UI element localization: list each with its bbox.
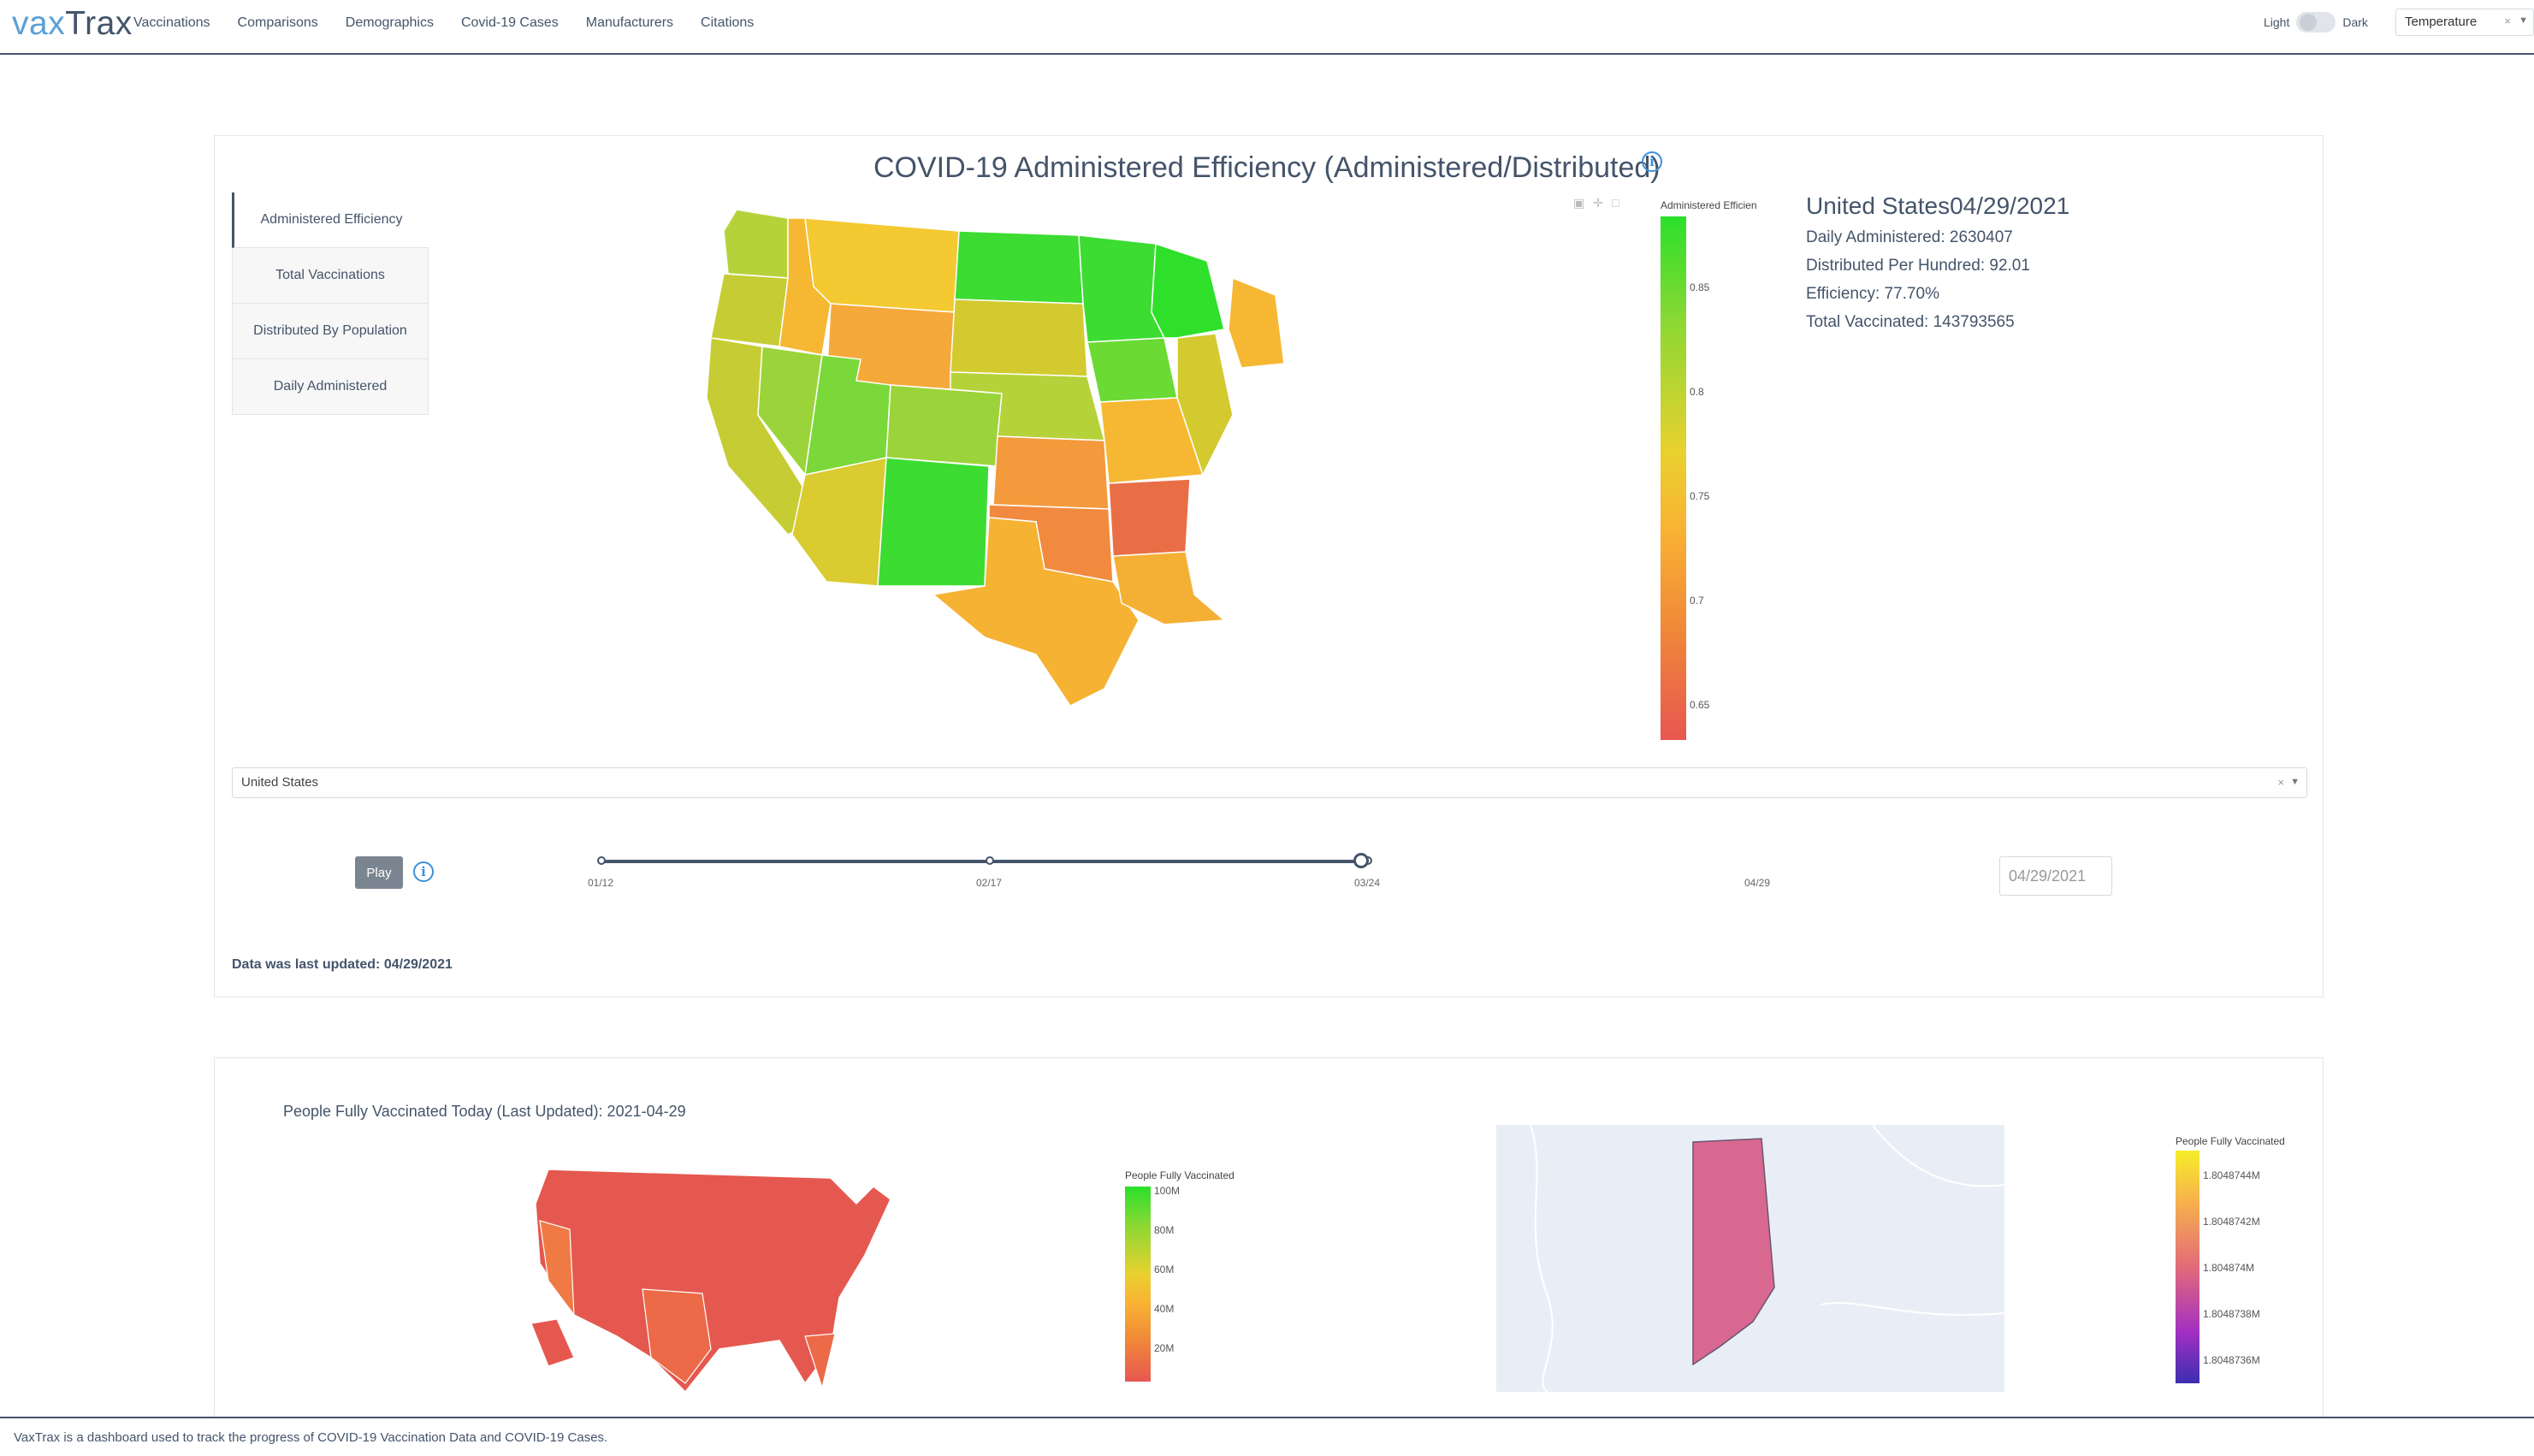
chevron-down-icon[interactable]: ▼ (2290, 777, 2300, 787)
nav-citations[interactable]: Citations (701, 15, 754, 31)
state-mt[interactable] (804, 217, 960, 313)
colorbar-tick: 40M (1154, 1303, 1175, 1315)
slider-dot[interactable] (597, 856, 606, 865)
colorbar-tick: 80M (1154, 1224, 1175, 1236)
state-mn[interactable] (1078, 234, 1166, 343)
state-or[interactable] (710, 273, 789, 347)
plot-modebar: ▣ ✛ □ (1573, 196, 1619, 210)
colorbar-tick: 1.8048742M (2203, 1216, 2260, 1228)
colorbar-tick: 0.65 (1690, 699, 1710, 711)
state-sd[interactable] (950, 299, 1088, 377)
nav-covid-cases[interactable]: Covid-19 Cases (461, 15, 559, 31)
state-mi[interactable] (1228, 276, 1285, 369)
state-ia[interactable] (1086, 337, 1178, 403)
slider-label: 03/24 (1354, 877, 1381, 889)
colorbar-title: People Fully Vaccinated (2176, 1135, 2285, 1147)
date-slider-track[interactable] (601, 860, 1361, 863)
colorbar-tick: 0.7 (1690, 595, 1704, 607)
info-icon[interactable]: i (413, 861, 434, 882)
clear-icon[interactable]: × (2504, 15, 2511, 27)
slider-label: 02/17 (976, 877, 1003, 889)
nav-links: Vaccinations Comparisons Demographics Co… (133, 15, 754, 31)
pan-icon[interactable]: ✛ (1593, 196, 1603, 210)
state-detail-map[interactable] (1496, 1125, 2004, 1392)
colorbar-tick: 20M (1154, 1342, 1175, 1354)
tab-administered-efficiency[interactable]: Administered Efficiency (232, 192, 429, 248)
stat-efficiency: Efficiency: 77.70% (1806, 285, 1939, 303)
nav-manufacturers[interactable]: Manufacturers (586, 15, 673, 31)
colorbar-tick: 0.75 (1690, 490, 1710, 502)
navbar: vaxTrax Vaccinations Comparisons Demogra… (0, 0, 2534, 55)
colorbar-title: People Fully Vaccinated (1125, 1169, 1234, 1181)
panel-title: COVID-19 Administered Efficiency (Admini… (873, 151, 1661, 184)
state-nm[interactable] (877, 457, 990, 587)
color-scale-value: Temperature (2405, 15, 2478, 29)
country-select[interactable]: United States × ▼ (232, 767, 2307, 798)
brand-part-1: vax (12, 5, 66, 42)
tab-total-vaccinations[interactable]: Total Vaccinations (232, 248, 429, 304)
theme-toggle[interactable] (2296, 12, 2336, 33)
colorbar-tick: 1.8048744M (2203, 1169, 2260, 1181)
nav-demographics[interactable]: Demographics (346, 15, 434, 31)
colorbar-title: Administered Efficien (1661, 199, 1757, 211)
slider-label: 01/12 (588, 877, 614, 889)
slider-handle[interactable] (1353, 853, 1369, 868)
colorbar-tick: 1.8048736M (2203, 1354, 2260, 1366)
efficiency-colorbar (1661, 216, 1686, 740)
theme-switch-area: Light Dark (2264, 12, 2368, 33)
date-input[interactable]: 04/29/2021 (1999, 856, 2112, 896)
state-ar[interactable] (1108, 478, 1191, 557)
brand-part-2: Trax (65, 5, 133, 42)
light-label: Light (2264, 15, 2290, 29)
clear-icon[interactable]: × (2277, 776, 2284, 789)
color-scale-select[interactable]: Temperature × ▼ (2395, 9, 2534, 36)
state-az[interactable] (791, 457, 887, 587)
slider-dot[interactable] (986, 856, 994, 865)
select-icon[interactable]: □ (1612, 196, 1619, 210)
camera-icon[interactable]: ▣ (1573, 196, 1584, 210)
tab-daily-administered[interactable]: Daily Administered (232, 359, 429, 415)
country-select-value: United States (241, 775, 319, 790)
stat-distributed-per-hundred: Distributed Per Hundred: 92.01 (1806, 257, 2030, 275)
state-wi[interactable] (1151, 242, 1225, 339)
state-nd[interactable] (954, 230, 1084, 305)
tab-distributed-by-population[interactable]: Distributed By Population (232, 304, 429, 359)
panel2-title: People Fully Vaccinated Today (Last Upda… (283, 1103, 686, 1120)
fully-vaccinated-panel: People Fully Vaccinated Today (Last Upda… (214, 1057, 2324, 1417)
dark-label: Dark (2342, 15, 2368, 29)
us-choropleth-map[interactable] (677, 192, 1327, 757)
state-ak-mini (530, 1318, 575, 1367)
stat-total-vaccinated: Total Vaccinated: 143793565 (1806, 313, 2015, 331)
colorbar-tick: 0.85 (1690, 281, 1710, 293)
us-states-outline (535, 1169, 891, 1394)
stat-daily-administered: Daily Administered: 2630407 (1806, 228, 2013, 246)
state-detail-svg (1530, 1125, 2004, 1392)
colorbar-tick: 0.8 (1690, 386, 1704, 398)
us-fully-vaccinated-map[interactable] (523, 1152, 899, 1400)
indiana-shape[interactable] (1692, 1138, 1775, 1366)
nav-comparisons[interactable]: Comparisons (238, 15, 318, 31)
slider-label: 04/29 (1744, 877, 1771, 889)
state-co[interactable] (885, 384, 1003, 467)
colorbar-tick: 100M (1154, 1185, 1181, 1197)
brand-logo[interactable]: vaxTrax (12, 5, 133, 43)
efficiency-panel: COVID-19 Administered Efficiency (Admini… (214, 135, 2324, 997)
stats-panel: United States04/29/2021 Daily Administer… (1806, 192, 2069, 341)
last-updated-note: Data was last updated: 04/29/2021 (232, 957, 453, 972)
state-wa[interactable] (723, 209, 789, 279)
colorbar-tick: 60M (1154, 1264, 1175, 1275)
footer: VaxTrax is a dashboard used to track the… (0, 1417, 2534, 1456)
state-ks[interactable] (992, 435, 1110, 510)
play-button[interactable]: Play (355, 856, 403, 889)
info-icon[interactable]: i (1642, 151, 1662, 172)
colorbar-tick: 1.8048738M (2203, 1308, 2260, 1320)
side-tabs: Administered Efficiency Total Vaccinatio… (232, 192, 429, 415)
fully-vaccinated-colorbar (1125, 1187, 1151, 1382)
colorbar-tick: 1.804874M (2203, 1262, 2255, 1274)
state-colorbar (2176, 1151, 2199, 1383)
chevron-down-icon[interactable]: ▼ (2519, 15, 2528, 26)
nav-vaccinations[interactable]: Vaccinations (133, 15, 210, 31)
stats-heading: United States04/29/2021 (1806, 192, 2070, 219)
